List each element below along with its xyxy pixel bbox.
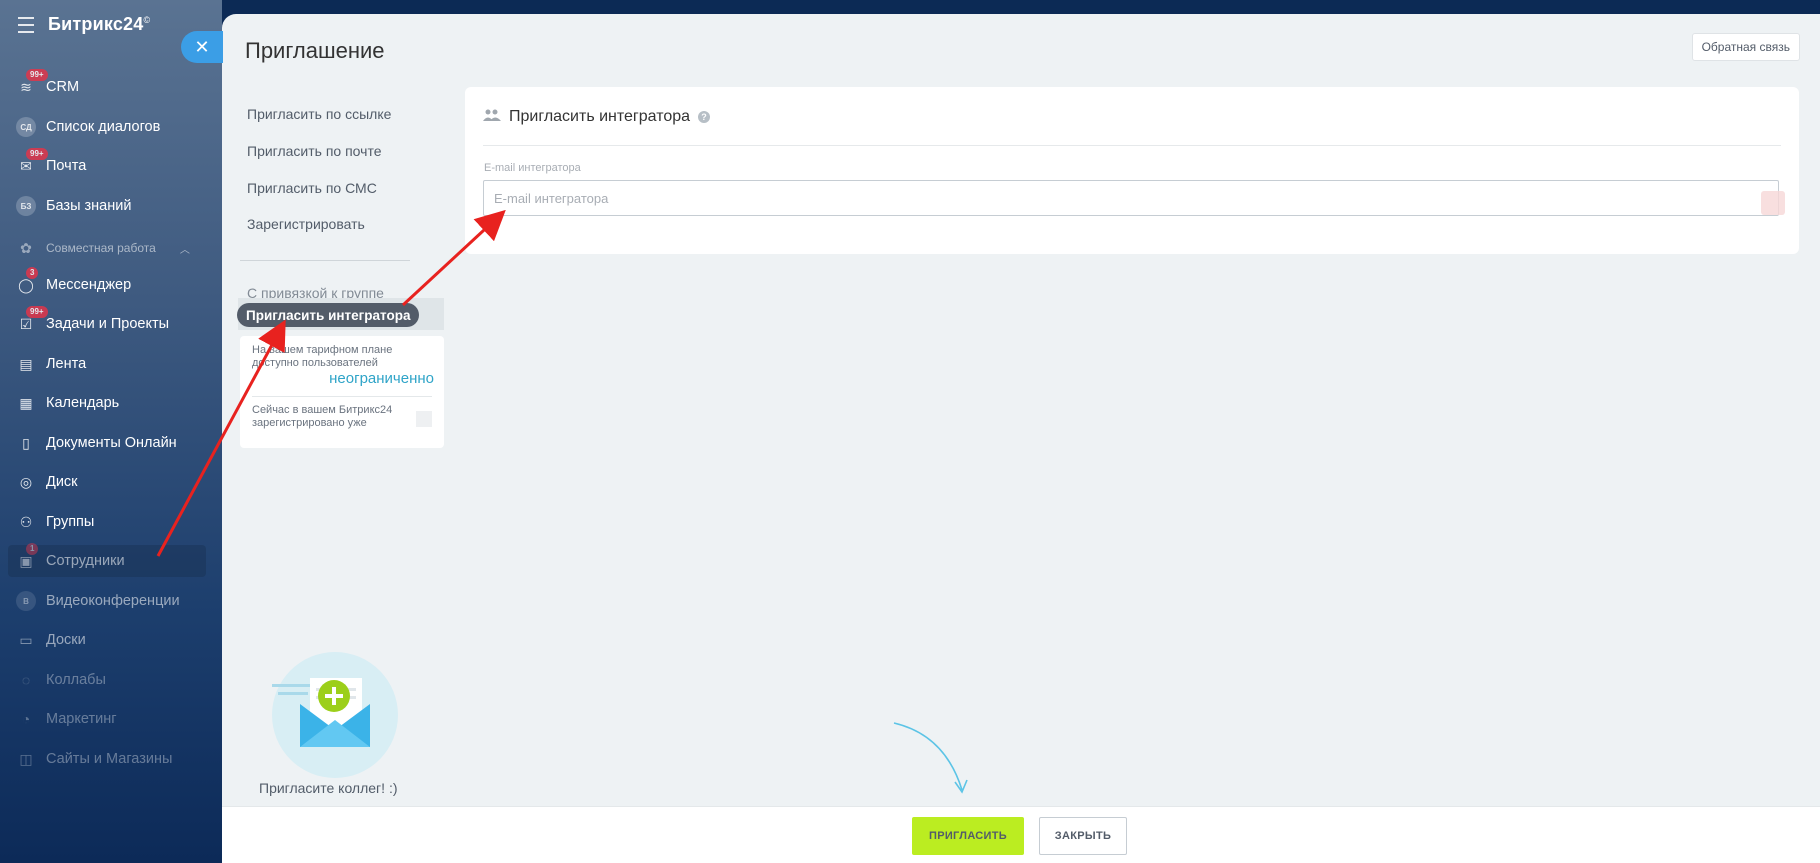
sidebar-item-calendar[interactable]: ▦ Календарь: [16, 393, 119, 413]
video-icon: B: [16, 591, 36, 611]
input-autofill-icon: [1761, 191, 1785, 215]
sidebar-item-messenger[interactable]: ◯ 3 Мессенджер: [16, 267, 131, 295]
invite-slider: Приглашение Обратная связь Пригласить по…: [222, 14, 1820, 863]
collabs-icon: ◌: [21, 672, 31, 688]
sidebar-item-boards[interactable]: ▭ Доски: [16, 630, 85, 650]
chat-icon: ◯ 3: [16, 267, 39, 295]
feedback-button[interactable]: Обратная связь: [1691, 33, 1800, 61]
card-title: Пригласить интегратора: [509, 108, 691, 125]
sidebar-item-groups[interactable]: ⚇ Группы: [16, 512, 95, 532]
menu-item-invite-sms[interactable]: Пригласить по СМС: [247, 180, 377, 196]
sidebar-item-disk[interactable]: ◎ Диск: [16, 472, 78, 492]
plan-text: На вашем тарифном плане доступно пользов…: [252, 344, 393, 369]
sidebar-item-mail[interactable]: ✉ 99+ Почта: [16, 148, 86, 176]
sidebar-item-tasks[interactable]: ☑ 99+ Задачи и Проекты: [16, 306, 169, 334]
close-icon: ✕: [194, 36, 210, 57]
feed-icon: ▤: [19, 355, 33, 372]
menu-icon[interactable]: [18, 16, 34, 33]
info-divider: [252, 396, 432, 397]
sites-icon: ◫: [19, 750, 33, 767]
slider-footer: ПРИГЛАСИТЬ ЗАКРЫТЬ: [222, 806, 1820, 863]
menu-item-invite-email[interactable]: Пригласить по почте: [247, 143, 382, 159]
close-slider-button[interactable]: ✕: [181, 31, 223, 63]
sidebar-item-dialogs[interactable]: СД Список диалогов: [16, 117, 160, 137]
card-divider: [483, 145, 1781, 146]
sidebar-item-documents[interactable]: ▯ Документы Онлайн: [16, 433, 177, 453]
page-title: Приглашение: [245, 38, 385, 63]
sidebar-item-video[interactable]: B Видеоконференции: [16, 591, 180, 611]
sidebar-header: Битрикс24©: [18, 14, 150, 35]
sidebar-item-knowledge[interactable]: БЗ Базы знаний: [16, 196, 131, 216]
invite-button[interactable]: ПРИГЛАСИТЬ: [912, 817, 1024, 855]
sidebar-group-collaboration[interactable]: ✿ Совместная работа ︿: [16, 238, 190, 258]
dialogs-icon: СД: [16, 117, 36, 137]
chevron-up-icon: ︿: [179, 244, 190, 256]
tasks-icon: ☑ 99+: [16, 306, 48, 334]
calendar-icon: ▦: [19, 394, 33, 411]
collaboration-icon: ✿: [20, 239, 32, 256]
integrator-email-input[interactable]: [483, 180, 1779, 216]
logo[interactable]: Битрикс24©: [48, 14, 150, 35]
plan-info-box: На вашем тарифном плане доступно пользов…: [240, 336, 444, 448]
registered-text: Сейчас в вашем Битрикс24 зарегистрирован…: [252, 404, 393, 429]
menu-divider: [240, 260, 410, 261]
mail-icon: ✉ 99+: [16, 148, 48, 176]
menu-item-invite-link[interactable]: Пригласить по ссылке: [247, 106, 391, 122]
invite-envelope-illustration: [270, 652, 398, 778]
disk-icon: ◎: [19, 473, 33, 490]
registered-count-placeholder: [416, 411, 432, 427]
email-field-label: E-mail интегратора: [484, 162, 581, 174]
plan-value: неограниченно: [329, 370, 434, 387]
marketing-icon: ◔: [21, 711, 31, 727]
sidebar-item-collabs[interactable]: ◌ Коллабы: [16, 670, 106, 690]
knowledge-icon: БЗ: [16, 196, 36, 216]
menu-item-invite-integrator[interactable]: Пригласить интегратора: [237, 303, 420, 327]
help-icon[interactable]: ?: [698, 111, 711, 123]
employees-icon: ▣ 1: [16, 543, 39, 571]
sidebar-item-marketing[interactable]: ◔ Маркетинг: [16, 709, 117, 729]
users-icon: [483, 108, 501, 126]
main-sidebar: Битрикс24© ≋ 99+ CRM СД Список диалогов ✉…: [0, 0, 222, 863]
crm-icon: ≋ 99+: [16, 69, 48, 97]
documents-icon: ▯: [22, 434, 30, 451]
sidebar-item-employees[interactable]: ▣ 1 Сотрудники: [16, 543, 125, 571]
groups-icon: ⚇: [19, 513, 33, 530]
menu-item-register[interactable]: Зарегистрировать: [247, 216, 365, 232]
card-header: Пригласить интегратора ?: [483, 108, 711, 126]
integrator-card: Пригласить интегратора ? E-mail интеграт…: [465, 87, 1799, 254]
sidebar-item-crm[interactable]: ≋ 99+ CRM: [16, 69, 79, 97]
illustration-caption: Пригласите коллег! :): [259, 780, 398, 796]
close-button[interactable]: ЗАКРЫТЬ: [1039, 817, 1127, 855]
boards-icon: ▭: [19, 631, 33, 648]
sidebar-item-sites[interactable]: ◫ Сайты и Магазины: [16, 749, 172, 769]
sidebar-item-feed[interactable]: ▤ Лента: [16, 354, 86, 374]
